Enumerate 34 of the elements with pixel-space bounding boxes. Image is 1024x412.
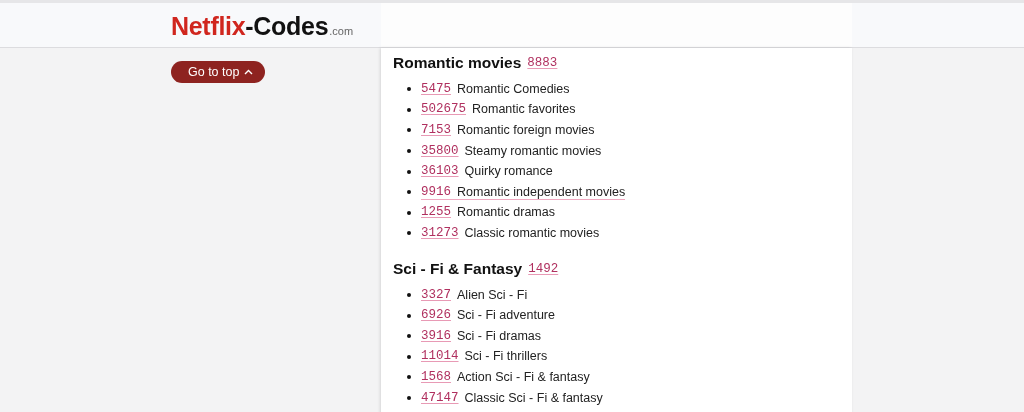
section-heading: Romantic movies bbox=[393, 54, 522, 72]
genre-link[interactable]: 35800 Steamy romantic movies bbox=[421, 143, 602, 159]
bullet-icon bbox=[407, 169, 411, 174]
bullet-icon bbox=[407, 128, 411, 133]
genre-link[interactable]: 6926 Sci - Fi adventure bbox=[421, 308, 555, 324]
genre-link[interactable]: 1255 Romantic dramas bbox=[421, 205, 555, 221]
genre-link[interactable]: 9916 Romantic independent movies bbox=[421, 184, 626, 200]
genre-link[interactable]: 11014 Sci - Fi thrillers bbox=[421, 349, 548, 365]
bullet-icon bbox=[407, 231, 411, 236]
genre-link[interactable]: 31273 Classic romantic movies bbox=[421, 225, 600, 241]
bullet-icon bbox=[407, 190, 411, 195]
bullet-icon bbox=[407, 396, 411, 400]
bullet-icon bbox=[407, 375, 411, 380]
genre-code-link[interactable]: 8883 bbox=[527, 56, 558, 70]
chevron-up-icon bbox=[244, 69, 254, 75]
bullet-icon bbox=[407, 354, 411, 359]
bullet-icon bbox=[407, 149, 411, 154]
genre-link[interactable]: 47147 Classic Sci - Fi & fantasy bbox=[421, 390, 603, 406]
bullet-icon bbox=[407, 87, 411, 92]
genre-link[interactable]: 1568 Action Sci - Fi & fantasy bbox=[421, 369, 590, 385]
genre-link[interactable]: 7153 Romantic foreign movies bbox=[421, 123, 595, 138]
genre-link[interactable]: 36103 Quirky romance bbox=[421, 164, 553, 180]
section-heading: Sci - Fi & Fantasy bbox=[393, 259, 523, 278]
genre-code-link[interactable]: 1492 bbox=[528, 261, 559, 276]
genre-link[interactable]: 3327 Alien Sci - Fi bbox=[421, 287, 528, 303]
go-to-top-button[interactable]: Go to top bbox=[171, 61, 266, 83]
genre-link[interactable]: 3916 Sci - Fi dramas bbox=[421, 328, 542, 344]
bullet-icon bbox=[407, 334, 411, 339]
genre-link[interactable]: 5475 Romantic Comedies bbox=[421, 81, 570, 97]
bullet-icon bbox=[407, 313, 411, 318]
bullet-icon bbox=[407, 293, 411, 298]
bullet-icon bbox=[407, 210, 411, 215]
genre-link[interactable]: 502675 Romantic favorites bbox=[421, 102, 576, 118]
bullet-icon bbox=[407, 107, 411, 112]
